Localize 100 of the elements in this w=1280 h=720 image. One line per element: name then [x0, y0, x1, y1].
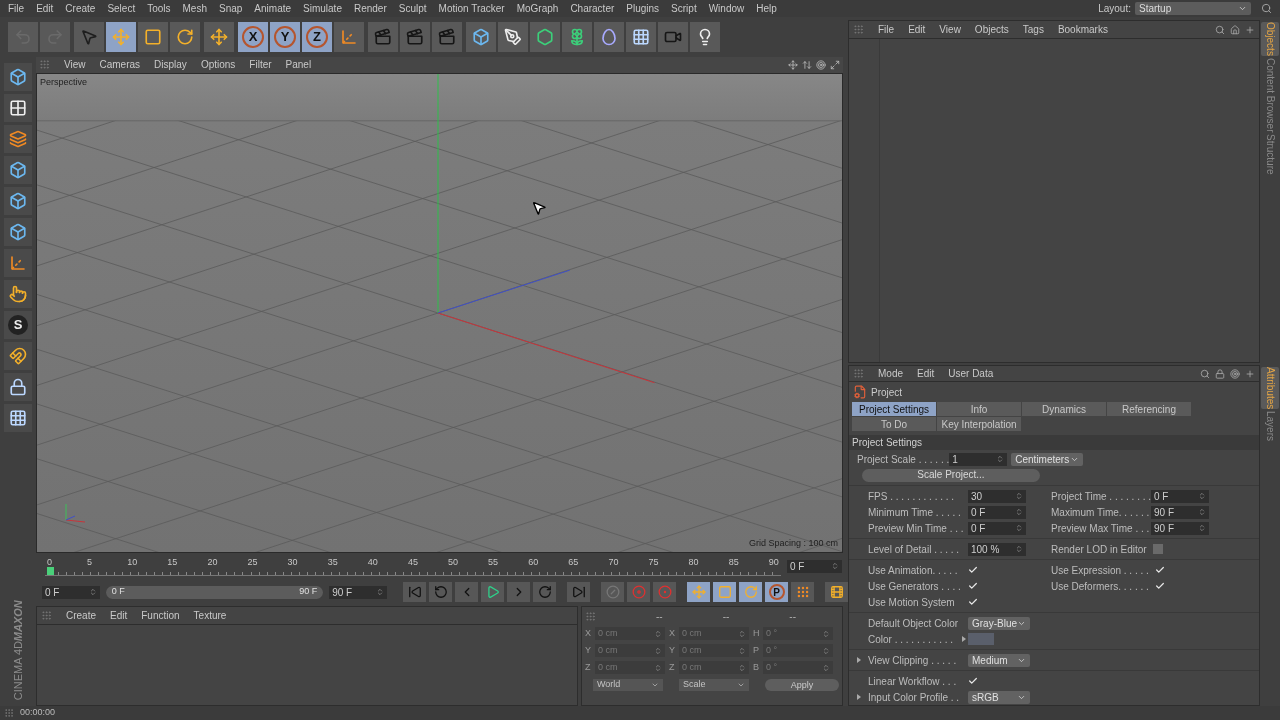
attribute-tab[interactable]: Info [937, 402, 1021, 416]
side-tab[interactable]: Layers [1261, 411, 1279, 442]
toolbar-button[interactable] [530, 22, 560, 52]
transport-button[interactable]: P [765, 582, 788, 602]
search-icon[interactable] [1200, 368, 1210, 379]
attribute-tab[interactable]: To Do [852, 417, 936, 431]
menu-item[interactable]: Simulate [303, 1, 342, 16]
toolbar-button[interactable]: Z [302, 22, 332, 52]
checkbox[interactable] [1152, 544, 1163, 554]
toolbar-button[interactable] [368, 22, 398, 52]
dropdown[interactable]: Medium [968, 653, 1030, 667]
viewport-menu-item[interactable]: Cameras [99, 57, 141, 73]
transport-button[interactable] [825, 582, 848, 602]
home-icon[interactable] [1230, 24, 1240, 35]
menu-item[interactable]: Mesh [182, 1, 207, 16]
menu-item[interactable]: Character [570, 1, 615, 16]
side-tab[interactable]: Structure [1261, 134, 1279, 175]
material-menu-item[interactable]: Function [141, 608, 180, 623]
checkbox[interactable] [968, 565, 978, 575]
toolbar-button[interactable]: X [238, 22, 268, 52]
tool-button[interactable] [4, 373, 32, 401]
number-field[interactable]: 0 F [968, 505, 1026, 519]
dropdown[interactable]: World [593, 679, 663, 691]
toolbar-button[interactable] [466, 22, 496, 52]
toolbar-button[interactable] [74, 22, 104, 52]
menu-item[interactable]: Window [708, 1, 745, 16]
checkbox[interactable] [1154, 565, 1165, 575]
number-field[interactable]: 100 % [968, 542, 1026, 556]
menu-item[interactable]: File [8, 1, 25, 16]
attributes-menu-item[interactable]: Edit [917, 366, 935, 382]
attribute-tab[interactable]: Referencing [1107, 402, 1191, 416]
tool-button[interactable] [4, 404, 32, 432]
menu-item[interactable]: Motion Tracker [438, 1, 505, 16]
side-tab[interactable]: Content Browser [1261, 57, 1279, 133]
toolbar-button[interactable] [138, 22, 168, 52]
lock-icon[interactable] [1215, 368, 1225, 379]
transport-button[interactable] [533, 582, 556, 602]
menu-item[interactable]: Help [756, 1, 777, 16]
menu-item[interactable]: Script [671, 1, 697, 16]
number-field[interactable]: 90 F [1151, 521, 1209, 535]
objects-menu-item[interactable]: File [878, 22, 895, 37]
toolbar-button[interactable] [204, 22, 234, 52]
attribute-tab[interactable]: Dynamics [1022, 402, 1106, 416]
material-menu-item[interactable]: Edit [110, 608, 128, 623]
toolbar-button[interactable] [170, 22, 200, 52]
tool-button[interactable] [4, 342, 32, 370]
range-slider[interactable]: 0 F 90 F [105, 585, 324, 599]
apply-button[interactable]: Apply [765, 679, 839, 691]
tool-button[interactable] [4, 187, 32, 215]
objects-menu-item[interactable]: Objects [974, 22, 1009, 37]
menu-item[interactable]: Select [107, 1, 136, 16]
viewport-menu-item[interactable]: Display [154, 57, 187, 73]
toolbar-button[interactable] [432, 22, 462, 52]
dropdown[interactable]: Centimeters [1011, 452, 1084, 466]
checkbox[interactable] [968, 597, 978, 607]
dropdown[interactable]: sRGB [968, 690, 1030, 704]
number-field[interactable]: 30 [968, 489, 1026, 503]
menu-item[interactable]: Render [353, 1, 387, 16]
transport-button[interactable] [429, 582, 452, 602]
color-swatch[interactable] [968, 633, 994, 645]
attribute-tab[interactable]: Key Interpolation [937, 417, 1021, 431]
tool-button[interactable] [4, 125, 32, 153]
toolbar-button[interactable]: Y [270, 22, 300, 52]
attribute-tab[interactable]: Project Settings [852, 402, 936, 416]
layout-dropdown[interactable]: Startup [1135, 2, 1251, 15]
transport-button[interactable] [455, 582, 478, 602]
dropdown[interactable]: Scale [679, 679, 749, 691]
toolbar-button[interactable] [626, 22, 656, 52]
timeline-ruler[interactable]: 0 5 10 15 20 25 30 35 40 45 50 55 60 65 70 75 80 85 90 [45, 556, 781, 576]
transport-button[interactable] [791, 582, 814, 602]
tool-button[interactable] [4, 156, 32, 184]
menu-item[interactable]: Sculpt [398, 1, 427, 16]
scale-project-button[interactable]: Scale Project... [862, 468, 1040, 482]
menu-item[interactable]: Create [65, 1, 96, 16]
viewport-menu-item[interactable]: Options [200, 57, 236, 73]
objects-menu-item[interactable]: Tags [1022, 22, 1044, 37]
side-tab[interactable]: Attributes [1261, 367, 1279, 410]
objects-menu-item[interactable]: View [939, 22, 961, 37]
frame-field[interactable]: 0 F [787, 559, 842, 573]
material-menu-item[interactable]: Create [66, 608, 96, 623]
transport-button[interactable] [567, 582, 590, 602]
transport-button[interactable] [403, 582, 426, 602]
toolbar-button[interactable] [690, 22, 720, 52]
menu-item[interactable]: Edit [36, 1, 54, 16]
search-icon[interactable] [1215, 24, 1225, 35]
checkbox[interactable] [1154, 581, 1165, 591]
search-icon[interactable] [1261, 3, 1272, 14]
toolbar-button[interactable] [594, 22, 624, 52]
menu-item[interactable]: MoGraph [516, 1, 559, 16]
number-field[interactable]: 1 [949, 452, 1008, 466]
viewport-menu-item[interactable]: Panel [285, 57, 312, 73]
target-icon[interactable] [1230, 368, 1240, 379]
menu-item[interactable]: Tools [147, 1, 171, 16]
number-field[interactable]: 0 F [1151, 489, 1209, 503]
tool-button[interactable] [4, 94, 32, 122]
material-menu-item[interactable]: Texture [193, 608, 227, 623]
viewport-menu-item[interactable]: View [64, 57, 86, 73]
menu-item[interactable]: Snap [219, 1, 243, 16]
transport-button[interactable] [507, 582, 530, 602]
tool-button[interactable] [4, 63, 32, 91]
